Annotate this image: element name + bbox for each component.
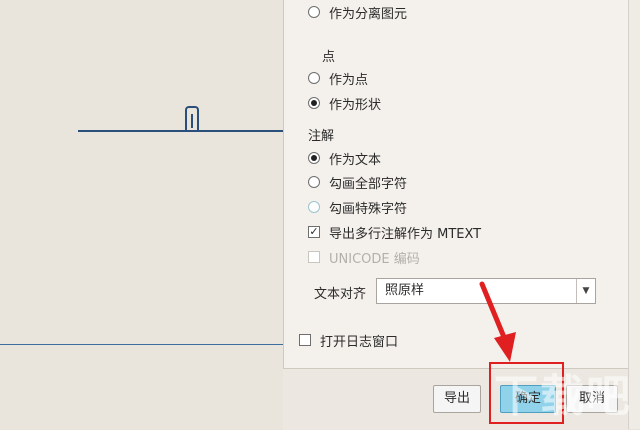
points-heading: 点	[322, 50, 336, 65]
option-separate-element[interactable]: 作为分离图元	[308, 3, 407, 22]
drawing-post-shape	[185, 106, 199, 130]
option-open-log-window[interactable]: 打开日志窗口	[299, 331, 398, 350]
radio-icon[interactable]	[308, 72, 320, 84]
radio-icon[interactable]	[308, 6, 320, 18]
radio-icon[interactable]	[308, 176, 320, 188]
export-button[interactable]: 导出	[433, 385, 481, 413]
option-as-point[interactable]: 作为点	[308, 69, 368, 88]
radio-selected-icon[interactable]	[308, 97, 320, 109]
option-unicode: UNICODE 编码	[308, 248, 420, 267]
option-as-text[interactable]: 作为文本	[308, 149, 381, 168]
option-export-mtext[interactable]: ✓ 导出多行注解作为 MTEXT	[308, 223, 481, 242]
checkbox-icon[interactable]	[299, 334, 311, 346]
checkbox-checked-icon[interactable]: ✓	[308, 226, 320, 238]
text-align-label: 文本对齐	[314, 287, 367, 302]
radio-icon[interactable]	[308, 201, 320, 213]
chevron-down-icon[interactable]: ▼	[576, 279, 595, 303]
checkbox-icon	[308, 251, 320, 263]
notes-heading: 注解	[308, 129, 335, 144]
option-as-shape[interactable]: 作为形状	[308, 94, 381, 113]
drawing-line	[78, 130, 283, 132]
option-outline-all[interactable]: 勾画全部字符	[308, 173, 407, 192]
option-outline-special[interactable]: 勾画特殊字符	[308, 198, 407, 217]
watermark: 下载吧	[494, 371, 632, 422]
radio-selected-icon[interactable]	[308, 152, 320, 164]
pointer-arrow-icon	[479, 281, 516, 362]
